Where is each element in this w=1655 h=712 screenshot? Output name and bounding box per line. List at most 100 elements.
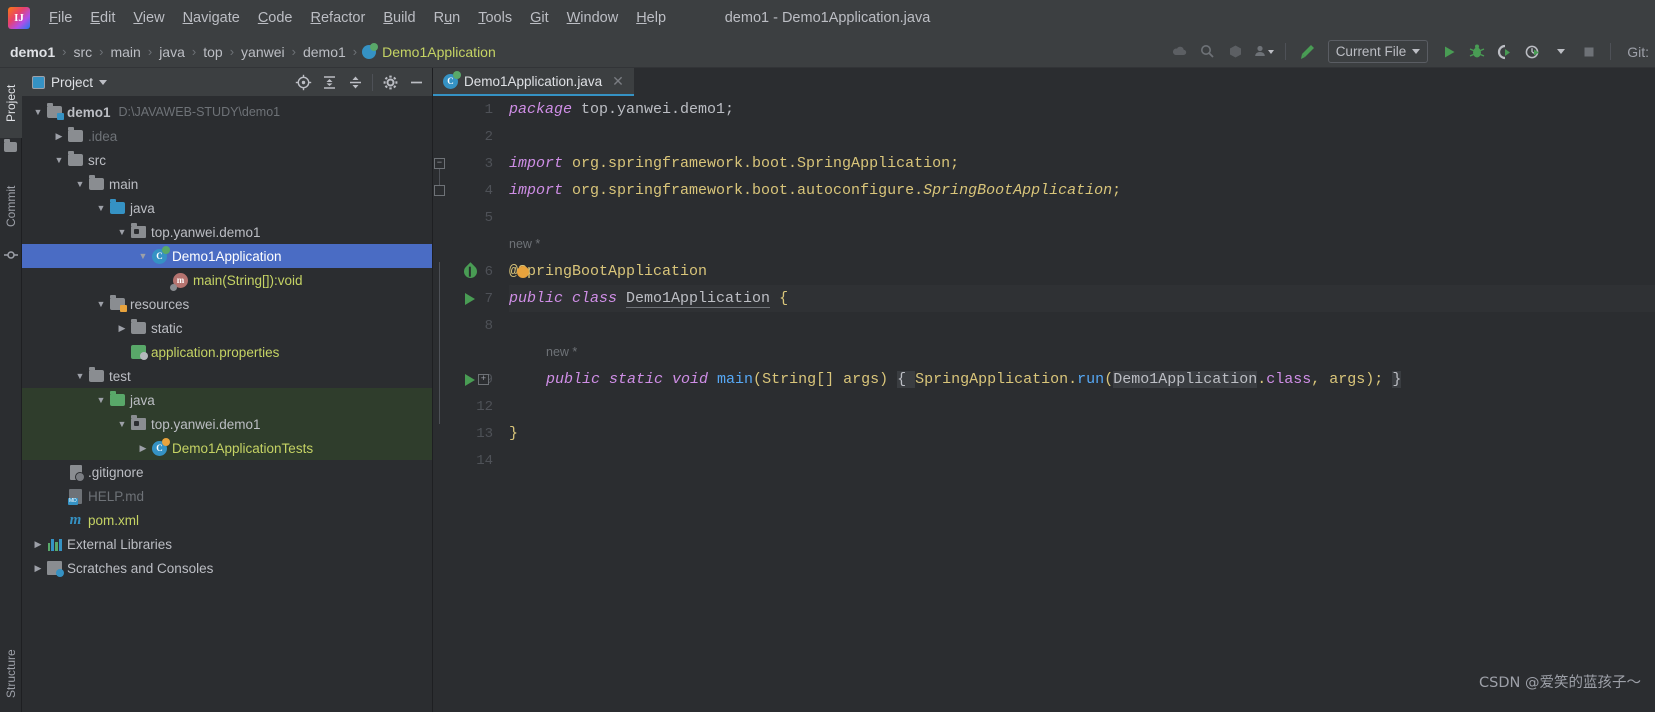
tree-node-demo1[interactable]: ▼ demo1 D:\JAVAWEB-STUDY\demo1 [22,100,432,124]
line-number-5: 5 [484,209,493,226]
chevron-right-icon[interactable]: ▶ [30,539,46,550]
profiler-icon[interactable] [1520,40,1546,64]
code-vision-hint[interactable]: new * [509,231,1655,258]
chevron-down-icon[interactable]: ▼ [93,203,109,213]
menu-item-view[interactable]: View [124,6,173,30]
breadcrumb-label: java [159,43,185,60]
menu-item-run[interactable]: Run [425,6,470,30]
menu-item-help[interactable]: Help [627,6,675,30]
editor-gutter[interactable]: −123456789121314+ [433,96,501,712]
main-body: Project Commit Structure Project ▼ demo1… [0,68,1655,712]
chevron-right-icon[interactable]: ▶ [114,323,130,334]
menu-item-git[interactable]: Git [521,6,558,30]
editor-tab-demo1application[interactable]: C Demo1Application.java ✕ [433,68,634,96]
sidebar-item-commit[interactable]: Commit [0,168,22,244]
intention-bulb-icon[interactable] [517,266,529,278]
tree-node-top-yanwei-demo1[interactable]: ▼ top.yanwei.demo1 [22,220,432,244]
breadcrumb-item-top[interactable]: top [201,44,224,60]
tree-node-demo1applicationtests[interactable]: ▶ C Demo1ApplicationTests [22,436,432,460]
chevron-down-icon[interactable]: ▼ [93,299,109,309]
menu-item-window[interactable]: Window [558,6,628,30]
run-configuration-selector[interactable]: Current File [1327,40,1429,63]
code-vision-hint[interactable]: new * [509,339,1655,366]
menu-item-code[interactable]: Code [249,6,302,30]
expand-all-icon[interactable] [317,71,341,93]
tree-node-application-properties[interactable]: application.properties [22,340,432,364]
breadcrumb-separator: › [352,44,358,59]
close-icon[interactable]: ✕ [612,73,624,90]
debug-icon[interactable] [1464,40,1490,64]
account-icon[interactable] [1251,40,1277,64]
gitignore-icon [67,464,85,482]
hide-icon[interactable] [404,71,428,93]
chevron-down-icon[interactable] [99,79,108,85]
spring-bean-gutter-icon[interactable] [460,262,480,281]
search-everywhere-icon[interactable] [1195,40,1221,64]
tree-node-resources[interactable]: ▼ resources [22,292,432,316]
code-token: public static void [546,371,718,388]
code-token: run [1077,371,1105,388]
collapse-all-icon[interactable] [343,71,367,93]
chevron-down-icon[interactable]: ▼ [72,371,88,381]
hammer-icon[interactable] [1294,40,1320,64]
tree-node--idea[interactable]: ▶ .idea [22,124,432,148]
tree-node-scratches-and-consoles[interactable]: ▶ Scratches and Consoles [22,556,432,580]
run-icon[interactable] [1436,40,1462,64]
settings-gear-icon[interactable] [378,71,402,93]
breadcrumb-item-demo1[interactable]: demo1 [301,44,348,60]
chevron-right-icon[interactable]: ▶ [135,443,151,454]
code-editor[interactable]: −123456789121314+ package top.yanwei.dem… [433,96,1655,712]
tree-node-help-md[interactable]: HELP.md [22,484,432,508]
run-coverage-icon[interactable] [1492,40,1518,64]
breadcrumb-item-main[interactable]: main [108,44,142,60]
tree-node-static[interactable]: ▶ static [22,316,432,340]
package-icon[interactable] [1223,40,1249,64]
breadcrumb-item-java[interactable]: java [157,44,187,60]
tree-node-external-libraries[interactable]: ▶ External Libraries [22,532,432,556]
profiler-dropdown-icon[interactable] [1548,40,1574,64]
chevron-down-icon[interactable]: ▼ [114,419,130,429]
run-gutter-icon[interactable] [463,373,477,387]
tree-node-label: Scratches and Consoles [67,560,214,576]
tree-node-main-string-void[interactable]: m main(String[]):void [22,268,432,292]
menu-item-file[interactable]: File [40,6,81,30]
tree-node-pom-xml[interactable]: m pom.xml [22,508,432,532]
menu-item-refactor[interactable]: Refactor [302,6,375,30]
stop-icon[interactable] [1576,40,1602,64]
breadcrumb-item-demo1application[interactable]: Demo1Application [362,42,498,60]
select-opened-file-icon[interactable] [291,71,315,93]
sidebar-item-structure[interactable]: Structure [0,636,22,712]
java-class-icon: C [151,245,170,264]
run-gutter-icon[interactable] [463,292,477,306]
fold-expand-marker[interactable]: + [478,374,489,385]
chevron-right-icon[interactable]: ▶ [30,563,46,574]
breadcrumb-item-demo1[interactable]: demo1 [8,44,57,60]
tree-node-main[interactable]: ▼ main [22,172,432,196]
chevron-down-icon[interactable]: ▼ [30,107,46,117]
tree-node-demo1application[interactable]: ▼ C Demo1Application [22,244,432,268]
tree-node-java[interactable]: ▼ java [22,196,432,220]
code-content[interactable]: package top.yanwei.demo1; import org.spr… [501,96,1655,712]
menu-item-build[interactable]: Build [374,6,424,30]
sidebar-item-project[interactable]: Project [0,68,22,138]
tree-node-src[interactable]: ▼ src [22,148,432,172]
line-number-4: 4 [484,182,493,199]
menu-item-navigate[interactable]: Navigate [174,6,249,30]
tree-node-top-yanwei-demo1[interactable]: ▼ top.yanwei.demo1 [22,412,432,436]
breadcrumb-item-src[interactable]: src [71,44,94,60]
chevron-down-icon[interactable]: ▼ [135,251,151,261]
chevron-down-icon[interactable]: ▼ [114,227,130,237]
menu-item-tools[interactable]: Tools [469,6,521,30]
tree-node--gitignore[interactable]: .gitignore [22,460,432,484]
breadcrumb-item-yanwei[interactable]: yanwei [239,44,287,60]
chevron-right-icon[interactable]: ▶ [51,131,67,142]
chevron-down-icon[interactable]: ▼ [51,155,67,165]
cloud-icon[interactable] [1167,40,1193,64]
tree-node-label: resources [130,296,190,312]
tree-node-test[interactable]: ▼ test [22,364,432,388]
menu-item-edit[interactable]: Edit [81,6,124,30]
chevron-down-icon[interactable]: ▼ [72,179,88,189]
tree-node-java[interactable]: ▼ java [22,388,432,412]
code-token: ; [1112,182,1122,199]
chevron-down-icon[interactable]: ▼ [93,395,109,405]
